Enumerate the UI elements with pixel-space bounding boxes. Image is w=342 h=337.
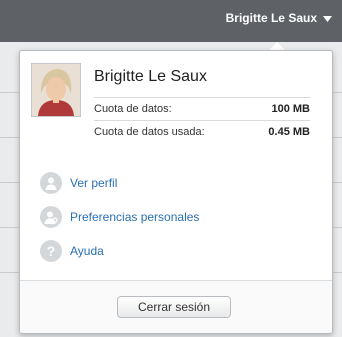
menu-item-label: Ver perfil [70, 176, 118, 190]
menu-item-view-profile[interactable]: Ver perfil [40, 171, 117, 195]
quota-used-row: Cuota de datos usada: 0.45 MB [94, 120, 310, 143]
quota-label: Cuota de datos: [94, 103, 172, 115]
user-menu-trigger[interactable]: Brigitte Le Saux [226, 11, 332, 25]
avatar [31, 63, 81, 117]
quota-value: 100 MB [271, 103, 310, 115]
user-menu-label: Brigitte Le Saux [225, 11, 317, 25]
logout-button[interactable]: Cerrar sesión [117, 296, 231, 318]
account-popup: Brigitte Le Saux Cuota de datos: 100 MB … [19, 50, 333, 334]
menu-item-preferences[interactable]: Preferencias personales [40, 205, 199, 229]
quota-used-value: 0.45 MB [268, 126, 310, 138]
quota-row: Cuota de datos: 100 MB [94, 97, 310, 120]
account-name: Brigitte Le Saux [94, 68, 207, 85]
menu-item-label: Preferencias personales [70, 210, 200, 224]
quota-used-label: Cuota de datos usada: [94, 126, 205, 138]
popup-footer: Cerrar sesión [20, 280, 332, 333]
chevron-down-icon [323, 11, 332, 25]
top-bar: Brigitte Le Saux [0, 0, 342, 42]
help-icon: ? [40, 240, 62, 262]
user-icon [40, 172, 62, 194]
menu-item-help[interactable]: ? Ayuda [40, 239, 104, 263]
menu-item-label: Ayuda [70, 244, 104, 258]
settings-user-icon [40, 206, 62, 228]
